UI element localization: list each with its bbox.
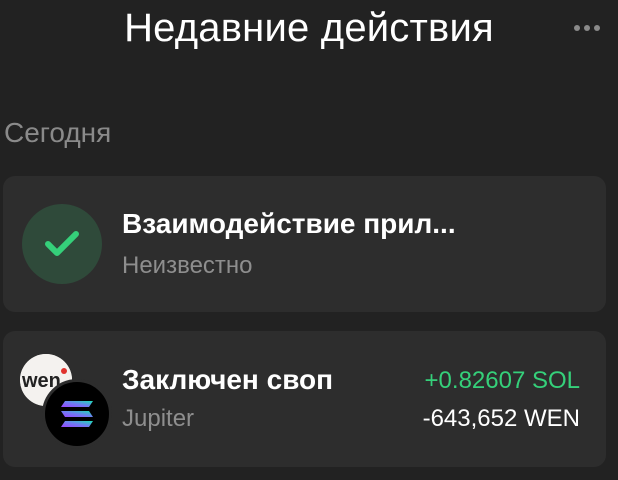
page-title: Недавние действия [124, 6, 494, 50]
more-options-button[interactable] [570, 14, 604, 42]
more-horizontal-icon [574, 25, 600, 31]
activity-item-app-interaction[interactable]: Взаимодействие прил... Неизвестно [3, 176, 606, 312]
solana-icon [42, 379, 112, 449]
check-icon [45, 231, 79, 256]
sent-amount: -643,652 WEN [422, 405, 580, 432]
section-date-label: Сегодня [4, 117, 112, 148]
activity-item-swap[interactable]: wen Заключен своп Jupiter +0.82607 SOL -… [3, 331, 606, 467]
activity-subtitle: Jupiter [122, 405, 195, 432]
activity-title: Взаимодействие прил... [122, 208, 456, 239]
activity-title: Заключен своп [122, 364, 334, 395]
success-status-badge [22, 204, 102, 284]
activity-subtitle: Неизвестно [122, 252, 253, 279]
received-amount: +0.82607 SOL [424, 367, 580, 394]
recent-activity-screen: Недавние действия Сегодня Взаимодействие… [0, 0, 618, 480]
